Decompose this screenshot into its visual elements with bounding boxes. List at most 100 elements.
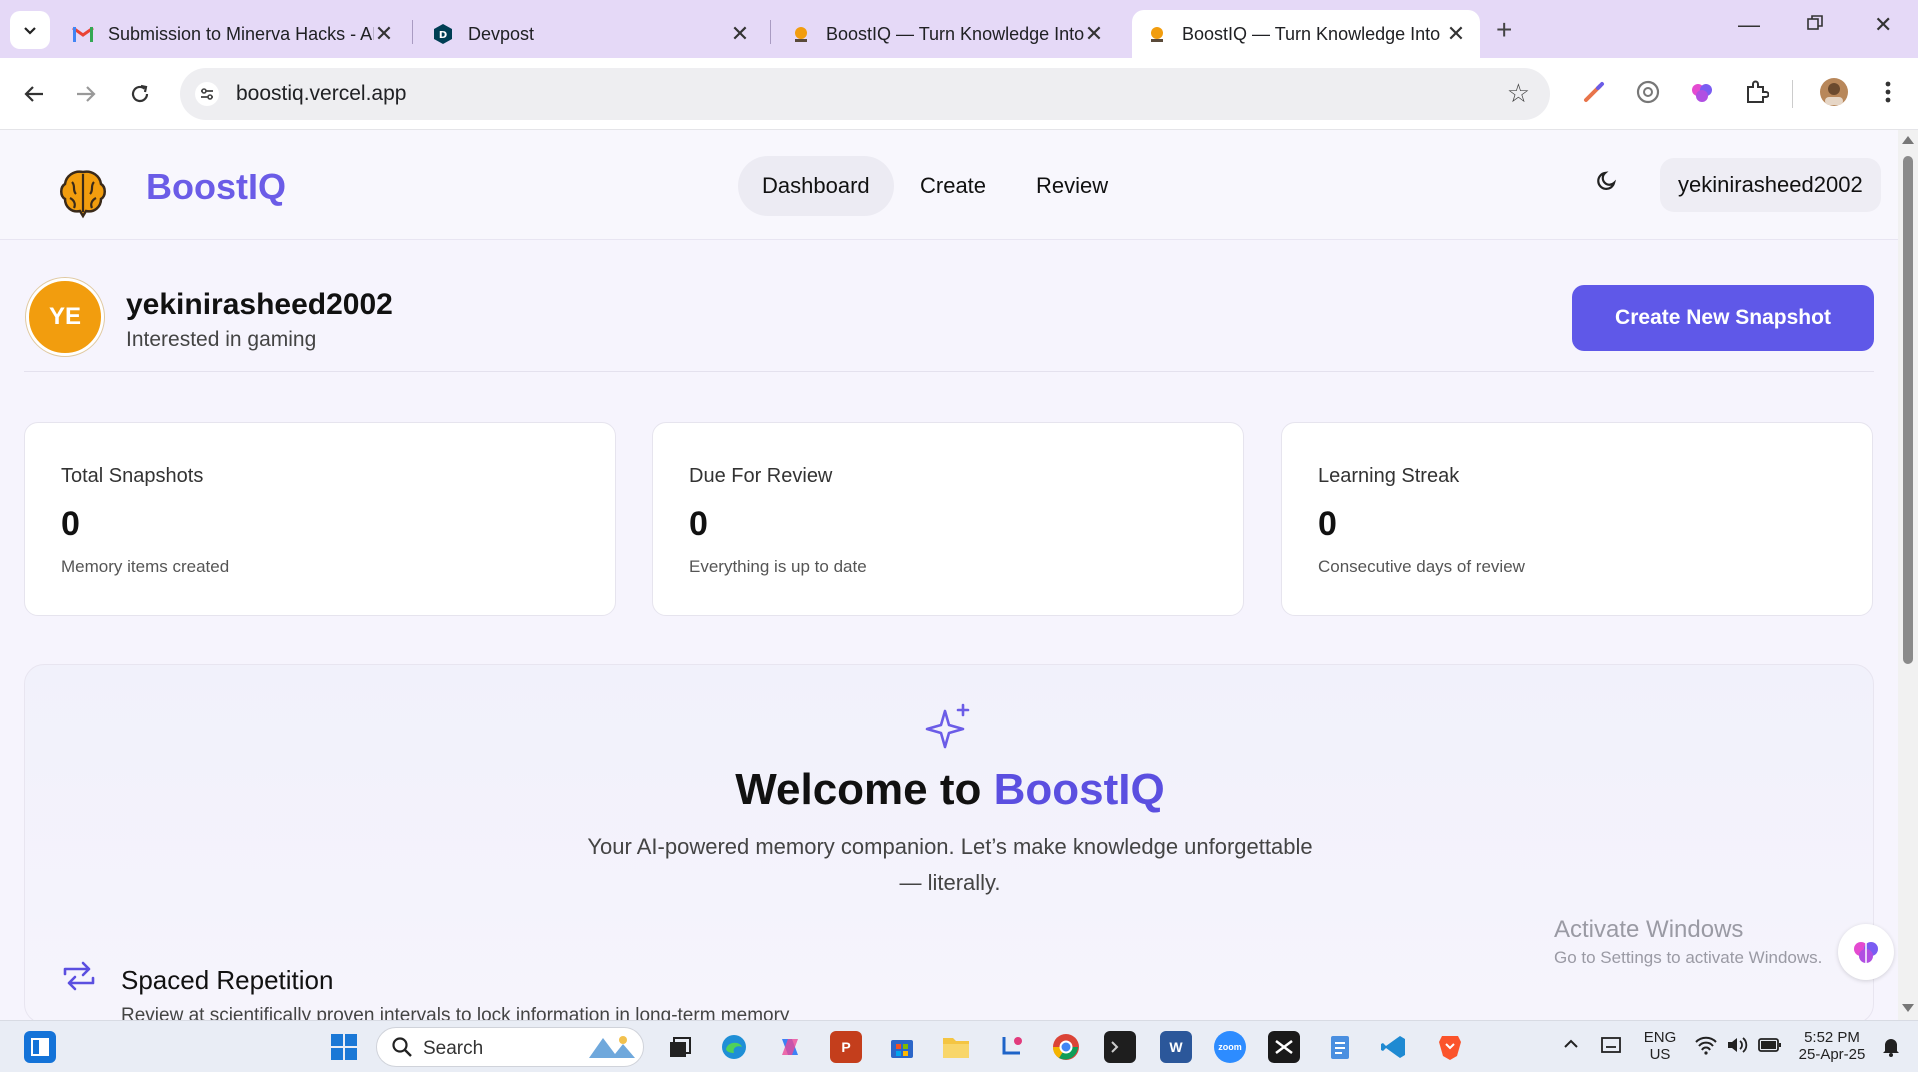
svg-text:D: D <box>439 30 447 41</box>
microsoft-store-icon[interactable] <box>886 1031 918 1063</box>
notepad-icon[interactable] <box>1324 1031 1356 1063</box>
word-icon[interactable]: W <box>1160 1031 1192 1063</box>
app-header: BoostIQ Dashboard Create Review yekinira… <box>0 130 1898 240</box>
stat-value: 0 <box>1318 505 1337 543</box>
stat-subtext: Consecutive days of review <box>1318 557 1525 576</box>
volume-icon[interactable] <box>1726 1035 1750 1060</box>
tab-title: Submission to Minerva Hacks - AI <box>108 23 374 44</box>
nav-dashboard[interactable]: Dashboard <box>738 156 894 216</box>
profile-avatar-icon[interactable] <box>1818 76 1850 108</box>
zoom-icon[interactable]: zoom <box>1214 1031 1246 1063</box>
scroll-up-icon[interactable] <box>1902 136 1914 144</box>
nav-review[interactable]: Review <box>1012 156 1132 216</box>
boostiq-favicon <box>1146 23 1168 45</box>
extension-pen-icon[interactable] <box>1578 76 1610 108</box>
sparkle-icon <box>925 701 975 756</box>
welcome-description: Your AI-powered memory companion. Let’s … <box>587 834 1313 895</box>
chrome-icon[interactable] <box>1050 1031 1082 1063</box>
user-menu-button[interactable]: yekinirasheed2002 <box>1660 158 1881 212</box>
browser-menu-icon[interactable] <box>1872 76 1904 108</box>
edge-icon[interactable] <box>718 1031 750 1063</box>
close-tab-icon[interactable]: ✕ <box>374 21 394 47</box>
taskbar-search-box[interactable]: Search <box>376 1027 644 1067</box>
forward-button[interactable] <box>68 76 104 112</box>
battery-icon[interactable] <box>1758 1037 1782 1058</box>
back-button[interactable] <box>16 76 52 112</box>
tab-title: BoostIQ — Turn Knowledge Into L <box>826 23 1084 44</box>
tab-title: Devpost <box>468 23 535 44</box>
stat-label: Total Snapshots <box>61 465 204 487</box>
keyboard-layout-icon[interactable] <box>1600 1035 1622 1060</box>
stat-label: Due For Review <box>689 465 833 487</box>
extension-brain-icon[interactable] <box>1686 76 1718 108</box>
region-code: US <box>1649 1046 1671 1063</box>
browser-tab-boostiq[interactable]: BoostIQ — Turn Knowledge Into L ✕ <box>776 10 1118 58</box>
widgets-icon[interactable] <box>24 1031 56 1063</box>
capcut-icon[interactable] <box>1268 1031 1300 1063</box>
close-tab-icon[interactable]: ✕ <box>1084 21 1104 47</box>
language-indicator[interactable]: ENG US <box>1642 1029 1678 1063</box>
repeat-icon <box>61 961 97 996</box>
scrollbar-thumb[interactable] <box>1903 156 1913 664</box>
brave-icon[interactable] <box>1434 1031 1466 1063</box>
browser-tab-strip: Submission to Minerva Hacks - AI ✕ D Dev… <box>0 0 1918 58</box>
reload-button[interactable] <box>122 76 158 112</box>
watermark-title: Activate Windows <box>1554 916 1744 943</box>
moon-icon[interactable] <box>1594 168 1620 199</box>
welcome-title: Welcome to BoostIQ <box>25 765 1873 815</box>
chevron-up-icon[interactable] <box>1562 1035 1580 1058</box>
create-new-snapshot-button[interactable]: Create New Snapshot <box>1572 285 1874 351</box>
brain-logo-icon[interactable] <box>56 166 110 225</box>
tab-separator <box>412 20 413 44</box>
clock[interactable]: 5:52 PM 25-Apr-25 <box>1790 1029 1874 1063</box>
language-code: ENG <box>1643 1029 1677 1046</box>
snipping-tool-icon[interactable] <box>996 1031 1028 1063</box>
browser-tab-devpost[interactable]: D Devpost ✕ <box>418 10 764 58</box>
browser-tab-boostiq-active[interactable]: BoostIQ — Turn Knowledge Into L ✕ <box>1132 10 1480 58</box>
file-explorer-icon[interactable] <box>940 1031 972 1063</box>
windows-start-icon[interactable] <box>328 1031 360 1063</box>
terminal-icon[interactable] <box>1104 1031 1136 1063</box>
bookmark-star-icon[interactable]: ☆ <box>1507 78 1530 109</box>
stat-subtext: Memory items created <box>61 557 230 576</box>
feature-title: Spaced Repetition <box>121 965 334 995</box>
new-tab-button[interactable]: + <box>1496 14 1512 46</box>
notifications-icon[interactable] <box>1880 1035 1902 1062</box>
copilot-icon[interactable] <box>774 1031 806 1063</box>
toolbar-separator <box>1792 80 1793 108</box>
brain-assistant-icon <box>1854 942 1878 963</box>
address-bar[interactable]: boostiq.vercel.app ☆ <box>180 68 1550 120</box>
windows-activation-watermark: Activate Windows Go to Settings to activ… <box>1554 916 1822 968</box>
close-tab-icon[interactable]: ✕ <box>1446 21 1466 47</box>
close-window-icon[interactable]: ✕ <box>1874 12 1892 38</box>
search-icon <box>391 1036 413 1063</box>
stat-card-total-snapshots: Total Snapshots 0 Memory items created <box>24 422 616 616</box>
vscode-icon[interactable] <box>1378 1031 1410 1063</box>
task-view-icon[interactable] <box>664 1031 696 1063</box>
clock-date: 25-Apr-25 <box>1798 1046 1866 1063</box>
tab-search-button[interactable] <box>10 11 50 49</box>
brand-name[interactable]: BoostIQ <box>146 166 286 208</box>
minimize-icon[interactable]: — <box>1738 12 1760 38</box>
extensions-puzzle-icon[interactable] <box>1740 76 1772 108</box>
extension-openai-icon[interactable] <box>1632 76 1664 108</box>
site-settings-icon[interactable] <box>194 81 220 112</box>
scroll-down-icon[interactable] <box>1902 1004 1914 1012</box>
page-scrollbar[interactable] <box>1898 130 1918 1020</box>
welcome-title-prefix: Welcome to <box>735 765 994 814</box>
floating-assistant-button[interactable] <box>1838 924 1894 980</box>
nav-create[interactable]: Create <box>896 156 1010 216</box>
devpost-icon: D <box>432 23 454 45</box>
stat-subtext: Everything is up to date <box>689 557 867 576</box>
avatar: YE <box>26 278 104 356</box>
restore-icon[interactable] <box>1806 12 1824 38</box>
arrow-right-icon <box>77 86 96 102</box>
gmail-icon <box>72 23 94 45</box>
chevron-down-icon <box>24 27 36 35</box>
watermark-subtitle: Go to Settings to activate Windows. <box>1554 948 1823 967</box>
tab-separator <box>770 20 771 44</box>
close-tab-icon[interactable]: ✕ <box>730 21 750 47</box>
powerpoint-icon[interactable]: P <box>830 1031 862 1063</box>
browser-tab-gmail[interactable]: Submission to Minerva Hacks - AI ✕ <box>58 10 408 58</box>
wifi-icon[interactable] <box>1694 1035 1718 1060</box>
